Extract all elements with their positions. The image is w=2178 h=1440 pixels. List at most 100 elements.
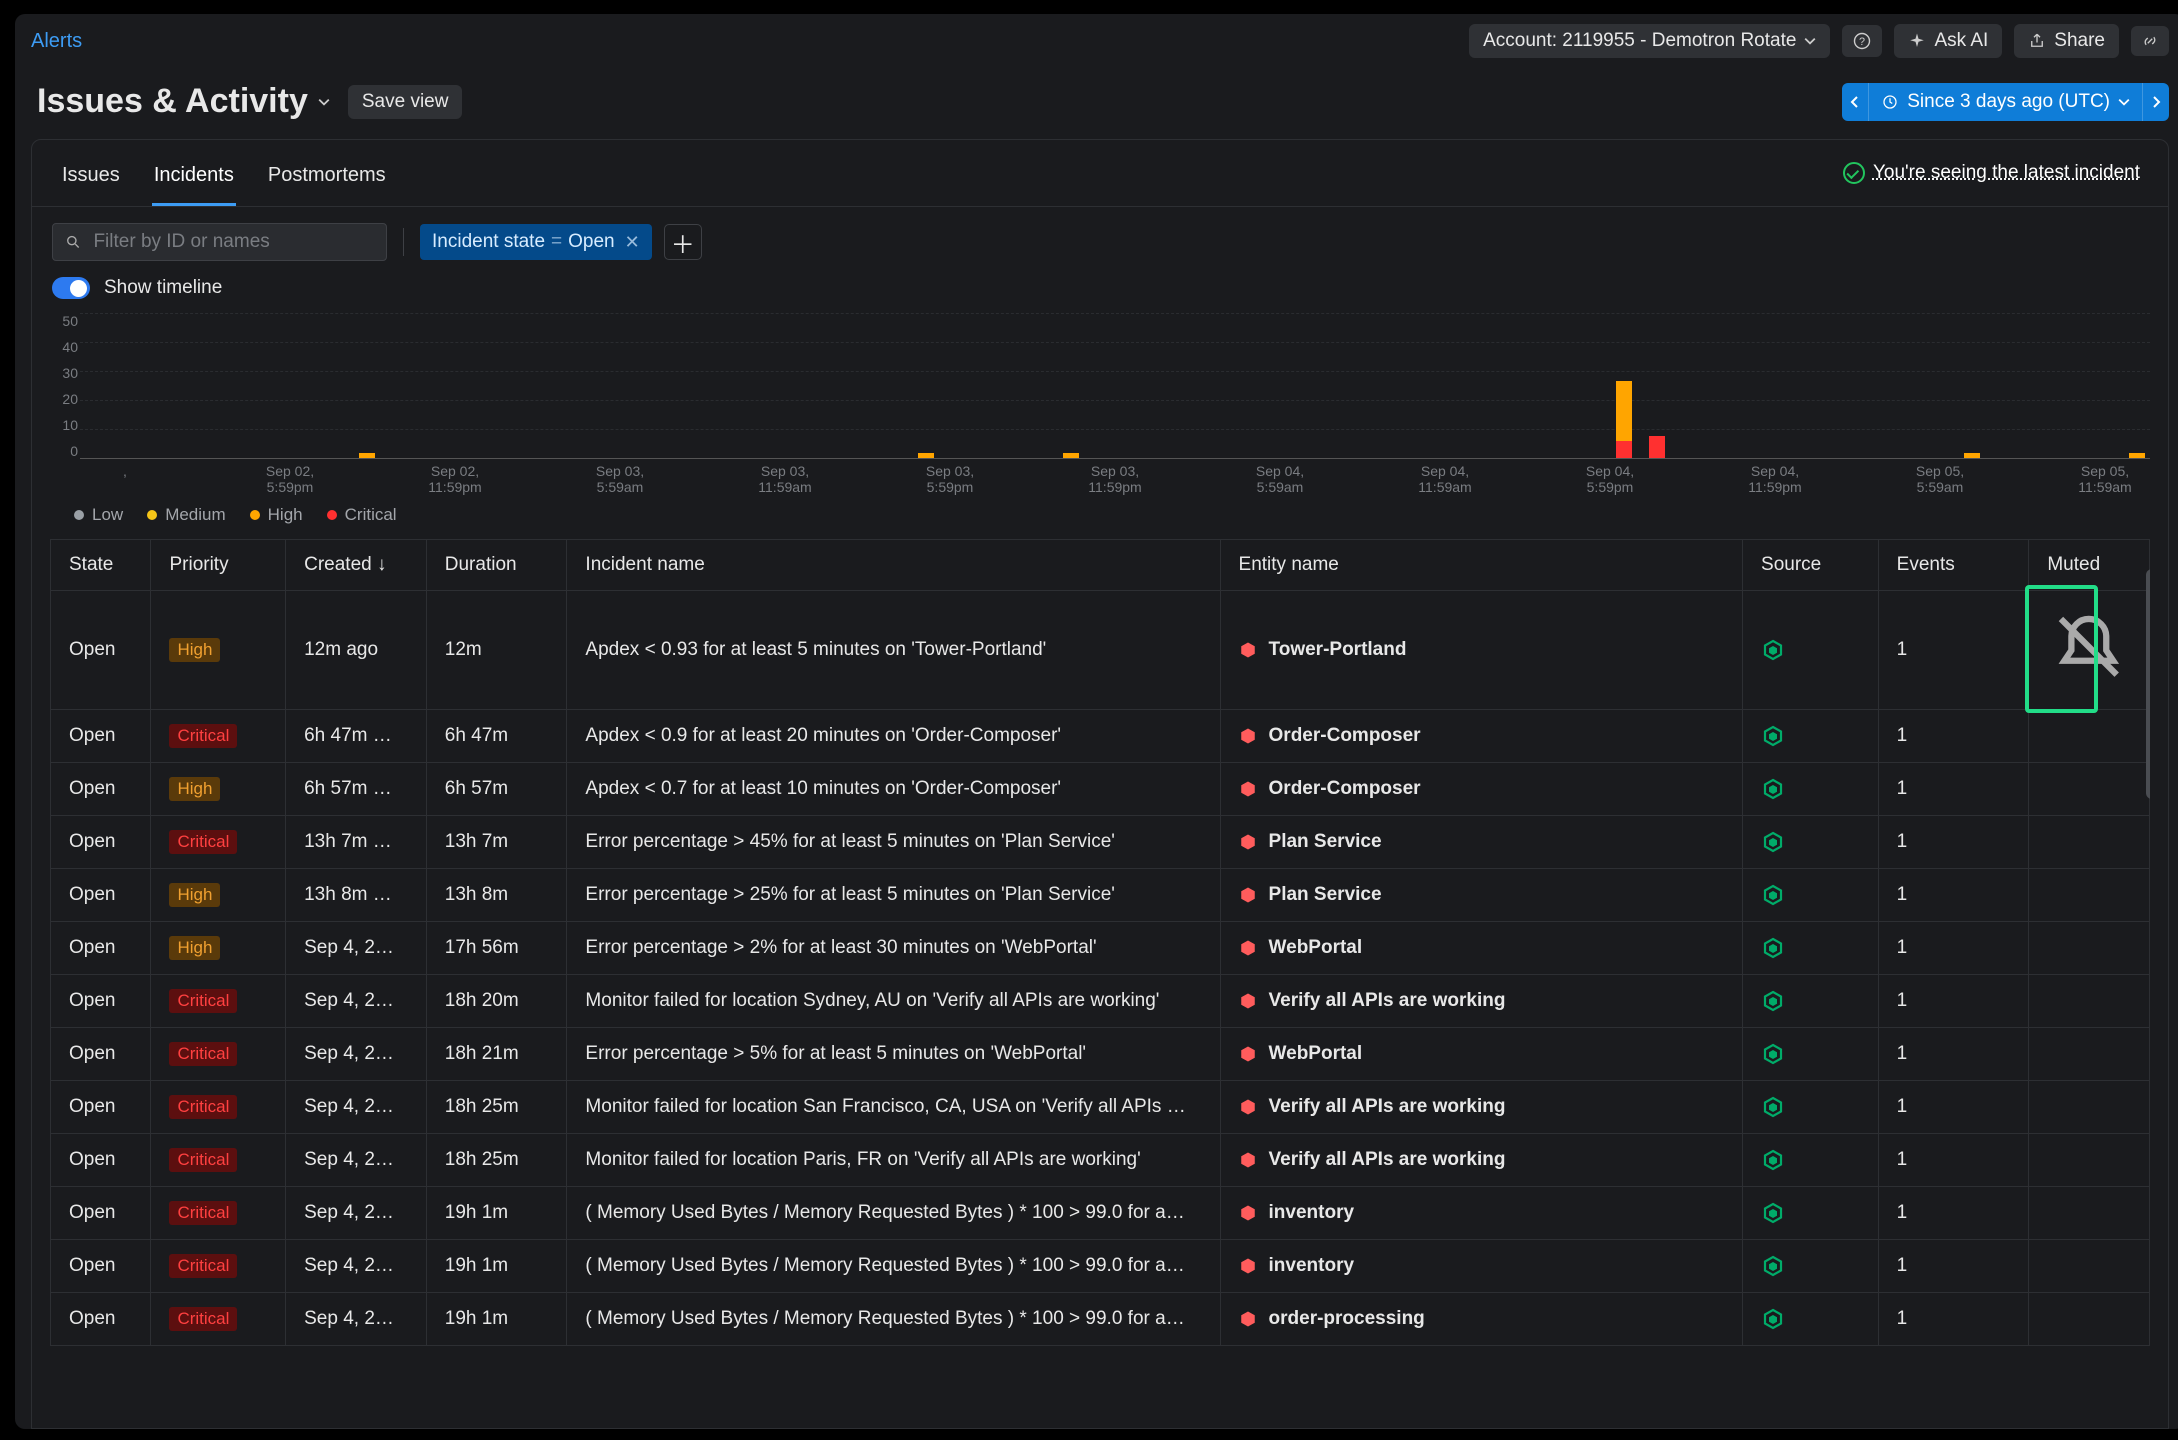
table-row[interactable]: OpenCritical6h 47m …6h 47mApdex < 0.9 fo… bbox=[51, 709, 2150, 762]
cell-entity[interactable]: Plan Service bbox=[1220, 815, 1742, 868]
share-button[interactable]: Share bbox=[2014, 24, 2119, 58]
timerange-display[interactable]: Since 3 days ago (UTC) bbox=[1869, 83, 2143, 121]
cell-events: 1 bbox=[1878, 1027, 2029, 1080]
cell-state: Open bbox=[51, 709, 151, 762]
table-row[interactable]: OpenHigh12m ago12mApdex < 0.93 for at le… bbox=[51, 591, 2150, 710]
th-duration[interactable]: Duration bbox=[426, 540, 567, 591]
cell-muted[interactable] bbox=[2029, 591, 2150, 710]
cell-muted[interactable] bbox=[2029, 974, 2150, 1027]
filter-chip-val: Open bbox=[568, 231, 614, 253]
scrollbar[interactable] bbox=[2146, 569, 2150, 799]
th-incident[interactable]: Incident name bbox=[567, 540, 1220, 591]
filter-chip-incident-state[interactable]: Incident state = Open ✕ bbox=[420, 224, 652, 260]
cell-muted[interactable] bbox=[2029, 1292, 2150, 1345]
latest-incident-label: You're seeing the latest incident bbox=[1873, 162, 2140, 184]
th-source[interactable]: Source bbox=[1743, 540, 1879, 591]
page-title[interactable]: Issues & Activity bbox=[37, 82, 330, 121]
search-input[interactable] bbox=[91, 230, 374, 254]
cell-muted[interactable] bbox=[2029, 815, 2150, 868]
cell-muted[interactable] bbox=[2029, 868, 2150, 921]
alerts-breadcrumb[interactable]: Alerts bbox=[31, 30, 82, 53]
account-selector[interactable]: Account: 2119955 - Demotron Rotate bbox=[1469, 24, 1830, 58]
table-row[interactable]: OpenHighSep 4, 2…17h 56mError percentage… bbox=[51, 921, 2150, 974]
chevron-right-icon bbox=[2151, 95, 2161, 109]
search-input-wrap[interactable] bbox=[52, 223, 387, 261]
table-row[interactable]: OpenCriticalSep 4, 2…19h 1m( Memory Used… bbox=[51, 1186, 2150, 1239]
cell-events: 1 bbox=[1878, 868, 2029, 921]
cell-entity[interactable]: inventory bbox=[1220, 1186, 1742, 1239]
cell-entity[interactable]: Order-Composer bbox=[1220, 709, 1742, 762]
table-row[interactable]: OpenCriticalSep 4, 2…18h 20mMonitor fail… bbox=[51, 974, 2150, 1027]
chip-clear-icon[interactable]: ✕ bbox=[625, 232, 640, 253]
account-selector-label: Account: 2119955 - Demotron Rotate bbox=[1483, 30, 1796, 52]
cell-state: Open bbox=[51, 868, 151, 921]
save-view-button[interactable]: Save view bbox=[348, 85, 463, 119]
th-state[interactable]: State bbox=[51, 540, 151, 591]
cell-entity[interactable]: Verify all APIs are working bbox=[1220, 1080, 1742, 1133]
cell-muted[interactable] bbox=[2029, 921, 2150, 974]
table-row[interactable]: OpenHigh6h 57m …6h 57mApdex < 0.7 for at… bbox=[51, 762, 2150, 815]
th-events[interactable]: Events bbox=[1878, 540, 2029, 591]
cell-created: 6h 47m … bbox=[286, 709, 427, 762]
timerange-picker[interactable]: Since 3 days ago (UTC) bbox=[1842, 83, 2169, 121]
entity-hex-icon bbox=[1239, 726, 1257, 746]
cell-entity[interactable]: order-processing bbox=[1220, 1292, 1742, 1345]
chevron-down-icon bbox=[318, 96, 330, 108]
cell-source bbox=[1743, 1239, 1879, 1292]
cell-entity[interactable]: WebPortal bbox=[1220, 1027, 1742, 1080]
table-row[interactable]: OpenCriticalSep 4, 2…18h 25mMonitor fail… bbox=[51, 1133, 2150, 1186]
cell-duration: 17h 56m bbox=[426, 921, 567, 974]
table-row[interactable]: OpenCriticalSep 4, 2…18h 21mError percen… bbox=[51, 1027, 2150, 1080]
cell-duration: 19h 1m bbox=[426, 1186, 567, 1239]
cell-muted[interactable] bbox=[2029, 1239, 2150, 1292]
cell-events: 1 bbox=[1878, 709, 2029, 762]
cell-muted[interactable] bbox=[2029, 1186, 2150, 1239]
th-muted[interactable]: Muted bbox=[2029, 540, 2150, 591]
cell-entity[interactable]: WebPortal bbox=[1220, 921, 1742, 974]
timerange-prev[interactable] bbox=[1842, 83, 1869, 121]
cell-source bbox=[1743, 709, 1879, 762]
timerange-next[interactable] bbox=[2143, 83, 2169, 121]
cell-priority: Critical bbox=[151, 1133, 286, 1186]
cell-entity[interactable]: Verify all APIs are working bbox=[1220, 974, 1742, 1027]
latest-incident-notice[interactable]: You're seeing the latest incident bbox=[1843, 162, 2140, 198]
cell-entity[interactable]: Order-Composer bbox=[1220, 762, 1742, 815]
cell-muted[interactable] bbox=[2029, 1080, 2150, 1133]
cell-entity[interactable]: inventory bbox=[1220, 1239, 1742, 1292]
filter-chip-key: Incident state bbox=[432, 231, 545, 253]
newrelic-icon bbox=[1761, 883, 1785, 907]
cell-muted[interactable] bbox=[2029, 1133, 2150, 1186]
cell-incident-name: ( Memory Used Bytes / Memory Requested B… bbox=[567, 1186, 1220, 1239]
tab-incidents[interactable]: Incidents bbox=[152, 154, 236, 206]
th-entity[interactable]: Entity name bbox=[1220, 540, 1742, 591]
tab-issues[interactable]: Issues bbox=[60, 154, 122, 206]
th-priority[interactable]: Priority bbox=[151, 540, 286, 591]
cell-muted[interactable] bbox=[2029, 1027, 2150, 1080]
cell-muted[interactable] bbox=[2029, 709, 2150, 762]
cell-events: 1 bbox=[1878, 1239, 2029, 1292]
table-row[interactable]: OpenHigh13h 8m …13h 8mError percentage >… bbox=[51, 868, 2150, 921]
cell-source bbox=[1743, 1027, 1879, 1080]
show-timeline-toggle[interactable] bbox=[52, 277, 90, 299]
entity-hex-icon bbox=[1239, 640, 1257, 660]
table-row[interactable]: OpenCriticalSep 4, 2…18h 25mMonitor fail… bbox=[51, 1080, 2150, 1133]
tab-postmortems[interactable]: Postmortems bbox=[266, 154, 388, 206]
cell-muted[interactable] bbox=[2029, 762, 2150, 815]
table-row[interactable]: OpenCriticalSep 4, 2…19h 1m( Memory Used… bbox=[51, 1292, 2150, 1345]
add-filter-button[interactable]: ＋ bbox=[664, 224, 702, 260]
table-row[interactable]: OpenCritical13h 7m …13h 7mError percenta… bbox=[51, 815, 2150, 868]
cell-entity[interactable]: Plan Service bbox=[1220, 868, 1742, 921]
ask-ai-button[interactable]: Ask AI bbox=[1894, 24, 2002, 58]
cell-entity[interactable]: Verify all APIs are working bbox=[1220, 1133, 1742, 1186]
help-button[interactable]: ? bbox=[1842, 25, 1882, 57]
clock-icon bbox=[1881, 93, 1899, 111]
cell-priority: High bbox=[151, 868, 286, 921]
cell-priority: Critical bbox=[151, 974, 286, 1027]
copy-link-button[interactable] bbox=[2131, 26, 2169, 56]
search-icon bbox=[65, 233, 81, 251]
table-row[interactable]: OpenCriticalSep 4, 2…19h 1m( Memory Used… bbox=[51, 1239, 2150, 1292]
th-created[interactable]: Created ↓ bbox=[286, 540, 427, 591]
cell-entity[interactable]: Tower-Portland bbox=[1220, 591, 1742, 710]
cell-duration: 13h 7m bbox=[426, 815, 567, 868]
cell-duration: 13h 8m bbox=[426, 868, 567, 921]
